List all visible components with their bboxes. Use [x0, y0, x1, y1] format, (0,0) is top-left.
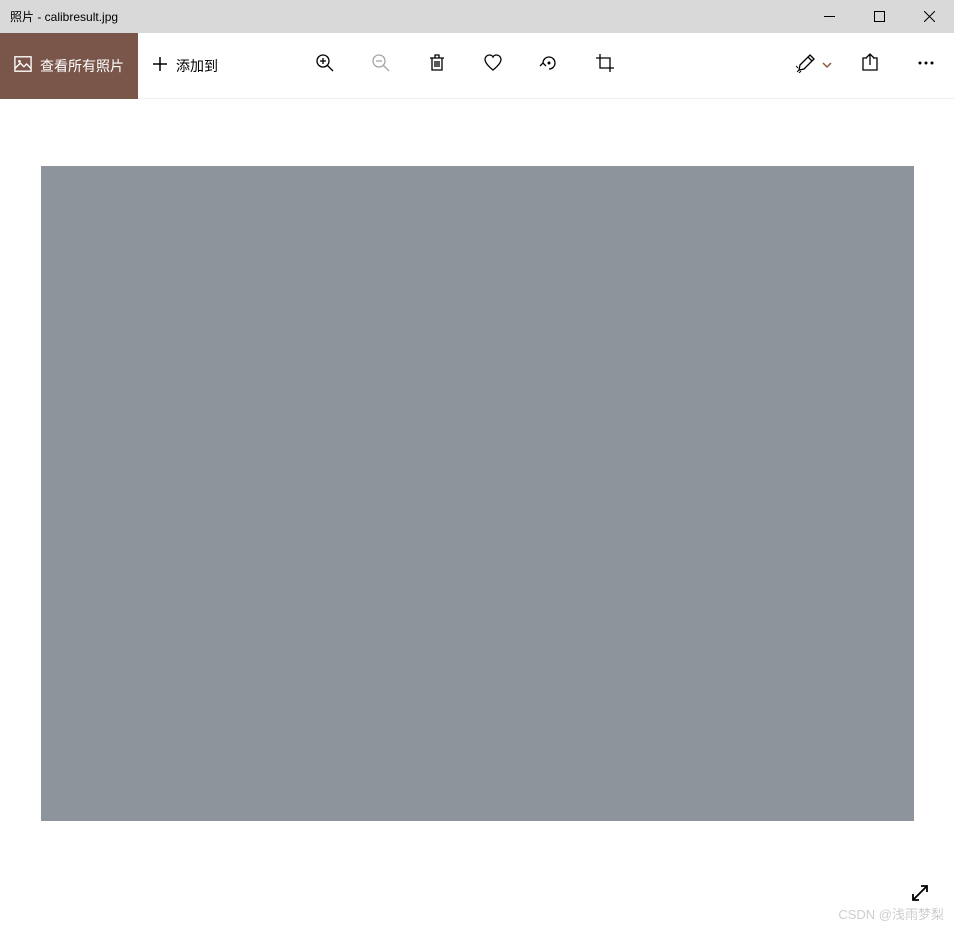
- add-to-label: 添加到: [176, 56, 218, 76]
- minimize-button[interactable]: [804, 0, 854, 33]
- heart-icon: [483, 53, 503, 78]
- crop-button[interactable]: [577, 33, 633, 99]
- more-button[interactable]: [898, 33, 954, 99]
- crop-icon: [595, 53, 615, 78]
- window-title: 照片 - calibresult.jpg: [10, 8, 118, 25]
- zoom-out-icon: [371, 53, 391, 78]
- more-icon: [916, 53, 936, 78]
- content-area: [0, 99, 954, 929]
- favorite-button[interactable]: [465, 33, 521, 99]
- rotate-icon: [539, 53, 559, 78]
- zoom-in-icon: [315, 53, 335, 78]
- plus-icon: [152, 56, 168, 75]
- close-button[interactable]: [904, 0, 954, 33]
- image-viewport[interactable]: [41, 166, 914, 821]
- trash-icon: [427, 53, 447, 78]
- main-toolbar: 查看所有照片 添加到: [0, 33, 954, 99]
- window-titlebar: 照片 - calibresult.jpg: [0, 0, 954, 33]
- view-all-photos-button[interactable]: 查看所有照片: [0, 33, 138, 99]
- chevron-down-icon: [822, 57, 832, 75]
- rotate-button[interactable]: [521, 33, 577, 99]
- zoom-in-button[interactable]: [297, 33, 353, 99]
- delete-button[interactable]: [409, 33, 465, 99]
- edit-dropdown-button[interactable]: [786, 33, 842, 99]
- window-controls: [804, 0, 954, 33]
- view-all-label: 查看所有照片: [40, 56, 124, 76]
- image-icon: [14, 55, 32, 76]
- add-to-button[interactable]: 添加到: [138, 33, 232, 99]
- share-button[interactable]: [842, 33, 898, 99]
- zoom-out-button: [353, 33, 409, 99]
- maximize-button[interactable]: [854, 0, 904, 33]
- watermark-text: CSDN @浅雨梦梨: [838, 904, 944, 923]
- share-icon: [860, 53, 880, 78]
- edit-icon: [796, 53, 816, 78]
